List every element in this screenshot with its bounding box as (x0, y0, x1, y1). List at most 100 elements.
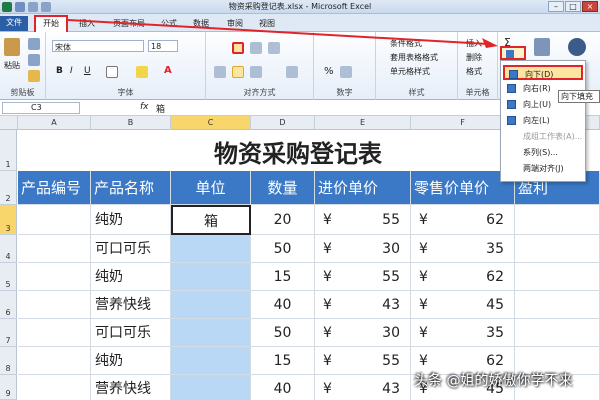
profit-cell[interactable] (515, 319, 600, 347)
row-header[interactable]: 7 (0, 319, 17, 347)
italic-button[interactable]: I (70, 66, 73, 76)
quantity-cell[interactable]: 40 (251, 375, 315, 400)
border-icon[interactable] (106, 66, 118, 78)
profit-cell[interactable] (515, 235, 600, 263)
quantity-cell[interactable]: 20 (251, 205, 315, 235)
cut-icon[interactable] (28, 38, 40, 50)
tab-file[interactable]: 文件 (0, 16, 28, 31)
cost-price-cell[interactable]: ¥55 (315, 205, 411, 235)
profit-cell[interactable] (515, 291, 600, 319)
maximize-button[interactable]: □ (565, 1, 581, 12)
row-header[interactable]: 6 (0, 291, 17, 319)
header-cell[interactable]: 单位 (171, 171, 251, 205)
close-button[interactable]: × (582, 1, 598, 12)
quantity-cell[interactable]: 40 (251, 291, 315, 319)
cost-price-cell[interactable]: ¥30 (315, 319, 411, 347)
product-id-cell[interactable] (18, 375, 91, 400)
column-header[interactable]: E (315, 116, 411, 130)
cost-price-cell[interactable]: ¥30 (315, 235, 411, 263)
series-item[interactable]: 系列(S)... (503, 145, 583, 160)
merge-center-icon[interactable] (286, 66, 298, 78)
across-worksheets-item[interactable]: 成组工作表(A)... (503, 129, 583, 144)
column-header[interactable]: A (18, 116, 91, 130)
row-header[interactable]: 1 (0, 130, 17, 171)
profit-cell[interactable] (515, 263, 600, 291)
align-center-icon[interactable] (232, 66, 244, 78)
tab-home[interactable]: 开始 (34, 15, 68, 32)
justify-item[interactable]: 两端对齐(J) (503, 161, 583, 176)
paste-icon[interactable] (4, 38, 20, 56)
unit-cell[interactable] (171, 347, 251, 375)
align-right-icon[interactable] (250, 66, 262, 78)
column-header[interactable]: B (91, 116, 171, 130)
minimize-button[interactable]: – (548, 1, 564, 12)
product-id-cell[interactable] (18, 319, 91, 347)
fill-left-item[interactable]: 向左(L) (503, 113, 583, 128)
retail-price-cell[interactable]: ¥45 (411, 291, 515, 319)
comma-icon[interactable] (340, 66, 352, 78)
fill-color-icon[interactable] (136, 66, 148, 78)
column-header[interactable]: C (171, 116, 251, 130)
sort-filter-icon[interactable] (534, 38, 550, 56)
insert-function-icon[interactable]: fx (140, 102, 149, 112)
table-format-button[interactable]: 套用表格格式 (390, 52, 438, 63)
align-left-icon[interactable] (214, 66, 226, 78)
select-all-corner[interactable] (0, 116, 18, 130)
unit-cell[interactable] (171, 263, 251, 291)
copy-icon[interactable] (28, 54, 40, 66)
header-cell[interactable]: 数量 (251, 171, 315, 205)
format-cells-button[interactable]: 格式 (466, 66, 482, 77)
fill-down-item[interactable]: 向下(D) (503, 65, 583, 80)
name-box[interactable]: C3 (2, 102, 80, 114)
cell-styles-button[interactable]: 单元格样式 (390, 66, 430, 77)
profit-cell[interactable] (515, 205, 600, 235)
product-name-cell[interactable]: 纯奶 (91, 263, 171, 291)
unit-cell[interactable] (171, 319, 251, 347)
header-cell[interactable]: 产品名称 (91, 171, 171, 205)
format-painter-icon[interactable] (28, 70, 40, 82)
product-name-cell[interactable]: 营养快线 (91, 291, 171, 319)
unit-cell[interactable] (171, 291, 251, 319)
row-header[interactable]: 4 (0, 235, 17, 263)
product-name-cell[interactable]: 可口可乐 (91, 319, 171, 347)
retail-price-cell[interactable]: ¥35 (411, 319, 515, 347)
product-id-cell[interactable] (18, 263, 91, 291)
row-header[interactable]: 5 (0, 263, 17, 291)
formula-content[interactable]: 箱 (156, 102, 165, 115)
product-id-cell[interactable] (18, 347, 91, 375)
retail-price-cell[interactable]: ¥62 (411, 263, 515, 291)
unit-cell[interactable]: 箱 (171, 205, 251, 235)
product-id-cell[interactable] (18, 235, 91, 263)
underline-button[interactable]: U (84, 66, 91, 76)
product-id-cell[interactable] (18, 205, 91, 235)
unit-cell[interactable] (171, 375, 251, 400)
retail-price-cell[interactable]: ¥35 (411, 235, 515, 263)
cost-price-cell[interactable]: ¥55 (315, 263, 411, 291)
font-color-icon[interactable]: A (164, 65, 172, 76)
find-select-icon[interactable] (568, 38, 586, 56)
paste-label[interactable]: 粘贴 (4, 60, 20, 71)
percent-button[interactable]: % (324, 66, 334, 77)
row-header[interactable]: 8 (0, 347, 17, 375)
column-header[interactable]: D (251, 116, 315, 130)
row-header[interactable]: 9 (0, 375, 17, 400)
cost-price-cell[interactable]: ¥43 (315, 375, 411, 400)
unit-cell[interactable] (171, 235, 251, 263)
row-header[interactable]: 3 (0, 205, 17, 235)
quantity-cell[interactable]: 15 (251, 347, 315, 375)
bold-button[interactable]: B (56, 66, 63, 76)
fill-button[interactable] (500, 46, 526, 60)
product-name-cell[interactable]: 营养快线 (91, 375, 171, 400)
delete-cells-button[interactable]: 删除 (466, 52, 482, 63)
quantity-cell[interactable]: 50 (251, 235, 315, 263)
quantity-cell[interactable]: 50 (251, 319, 315, 347)
sheet-title[interactable]: 物资采购登记表 (18, 130, 578, 170)
product-name-cell[interactable]: 纯奶 (91, 347, 171, 375)
header-cell[interactable]: 进价单价 (315, 171, 411, 205)
retail-price-cell[interactable]: ¥62 (411, 205, 515, 235)
quantity-cell[interactable]: 15 (251, 263, 315, 291)
cost-price-cell[interactable]: ¥55 (315, 347, 411, 375)
product-name-cell[interactable]: 可口可乐 (91, 235, 171, 263)
product-name-cell[interactable]: 纯奶 (91, 205, 171, 235)
product-id-cell[interactable] (18, 291, 91, 319)
